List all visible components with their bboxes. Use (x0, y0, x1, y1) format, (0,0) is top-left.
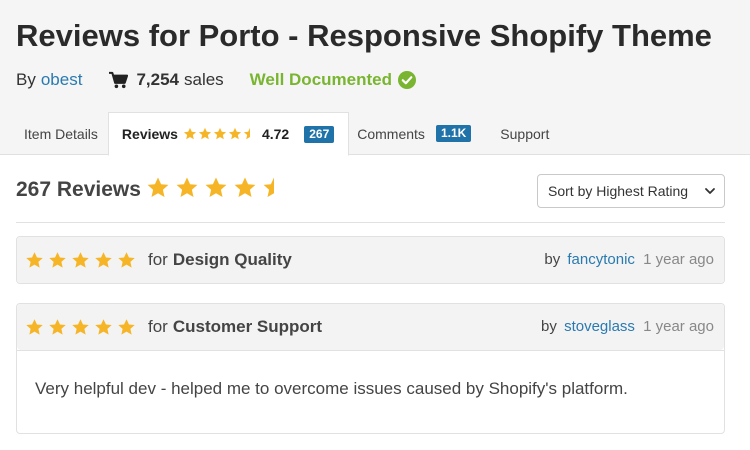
author-link[interactable]: obest (41, 70, 83, 90)
well-documented-label: Well Documented (249, 70, 392, 89)
review-body: Very helpful dev - helped me to overcome… (17, 350, 724, 433)
review-stars (25, 251, 140, 270)
star-icon (72, 251, 89, 268)
star-icon (176, 177, 198, 197)
cart-icon (109, 71, 129, 89)
reviewer-link[interactable]: fancytonic (567, 251, 635, 268)
review-category: Design Quality (172, 250, 292, 269)
divider (16, 222, 725, 223)
sort-select[interactable]: Sort by Highest Rating (537, 174, 725, 208)
review-card: for Design Quality by fancytonic 1 year … (16, 236, 725, 284)
check-circle-icon (398, 71, 416, 89)
star-icon (26, 251, 43, 268)
rating-value: 4.72 (261, 126, 290, 142)
star-icon (183, 127, 197, 140)
sort-selected-value: Sort by Highest Rating (548, 183, 689, 199)
by-label: by (541, 318, 557, 335)
star-icon (213, 127, 227, 140)
star-icon (49, 318, 66, 335)
item-tabs: Item Details Reviews 4.72 267 Comments 1… (0, 112, 557, 156)
star-icon (95, 318, 112, 335)
by-label: By (16, 70, 36, 89)
comments-count-badge: 1.1K (435, 125, 472, 142)
review-byline: by stoveglass 1 year ago (541, 318, 714, 335)
star-icon (205, 177, 227, 197)
average-rating-stars (146, 176, 291, 200)
review-card: for Customer Support by stoveglass 1 yea… (16, 303, 725, 434)
for-label: for (148, 317, 168, 336)
tab-support[interactable]: Support (479, 112, 557, 155)
sales-count: 7,254 (136, 70, 179, 89)
reviews-count-badge: 267 (304, 125, 335, 143)
tab-label: Item Details (24, 125, 98, 142)
review-header: for Customer Support by stoveglass 1 yea… (17, 304, 724, 350)
review-stars (25, 318, 140, 337)
star-icon (95, 251, 112, 268)
tab-label: Support (500, 125, 550, 142)
review-byline: by fancytonic 1 year ago (544, 251, 714, 268)
reviewer-link[interactable]: stoveglass (564, 318, 635, 335)
reviews-count-heading: 267 Reviews (16, 178, 141, 201)
rating-stars (183, 127, 258, 141)
page-title: Reviews for Porto - Responsive Shopify T… (16, 18, 712, 53)
review-time: 1 year ago (643, 318, 714, 335)
star-icon (228, 127, 242, 140)
chevron-down-icon (704, 185, 716, 197)
by-label: by (544, 251, 561, 268)
tab-label: Reviews (121, 126, 178, 142)
star-icon (118, 318, 135, 335)
tab-label: Comments (357, 125, 425, 142)
review-category: Customer Support (172, 317, 323, 336)
tab-reviews[interactable]: Reviews 4.72 267 (107, 112, 350, 156)
item-meta: By obest 7,254 sales Well Documented (16, 70, 416, 90)
star-icon (243, 127, 250, 140)
tab-item-details[interactable]: Item Details (0, 112, 108, 155)
star-icon (72, 318, 89, 335)
review-time: 1 year ago (643, 251, 714, 268)
star-icon (263, 177, 274, 197)
for-label: for (148, 250, 168, 269)
star-icon (49, 251, 66, 268)
star-icon (198, 127, 212, 140)
review-header: for Design Quality by fancytonic 1 year … (17, 237, 724, 283)
star-icon (234, 177, 256, 197)
star-icon (26, 318, 43, 335)
star-icon (147, 177, 169, 197)
star-icon (118, 251, 135, 268)
sales-label: sales (183, 70, 224, 89)
tab-comments[interactable]: Comments 1.1K (349, 112, 479, 155)
